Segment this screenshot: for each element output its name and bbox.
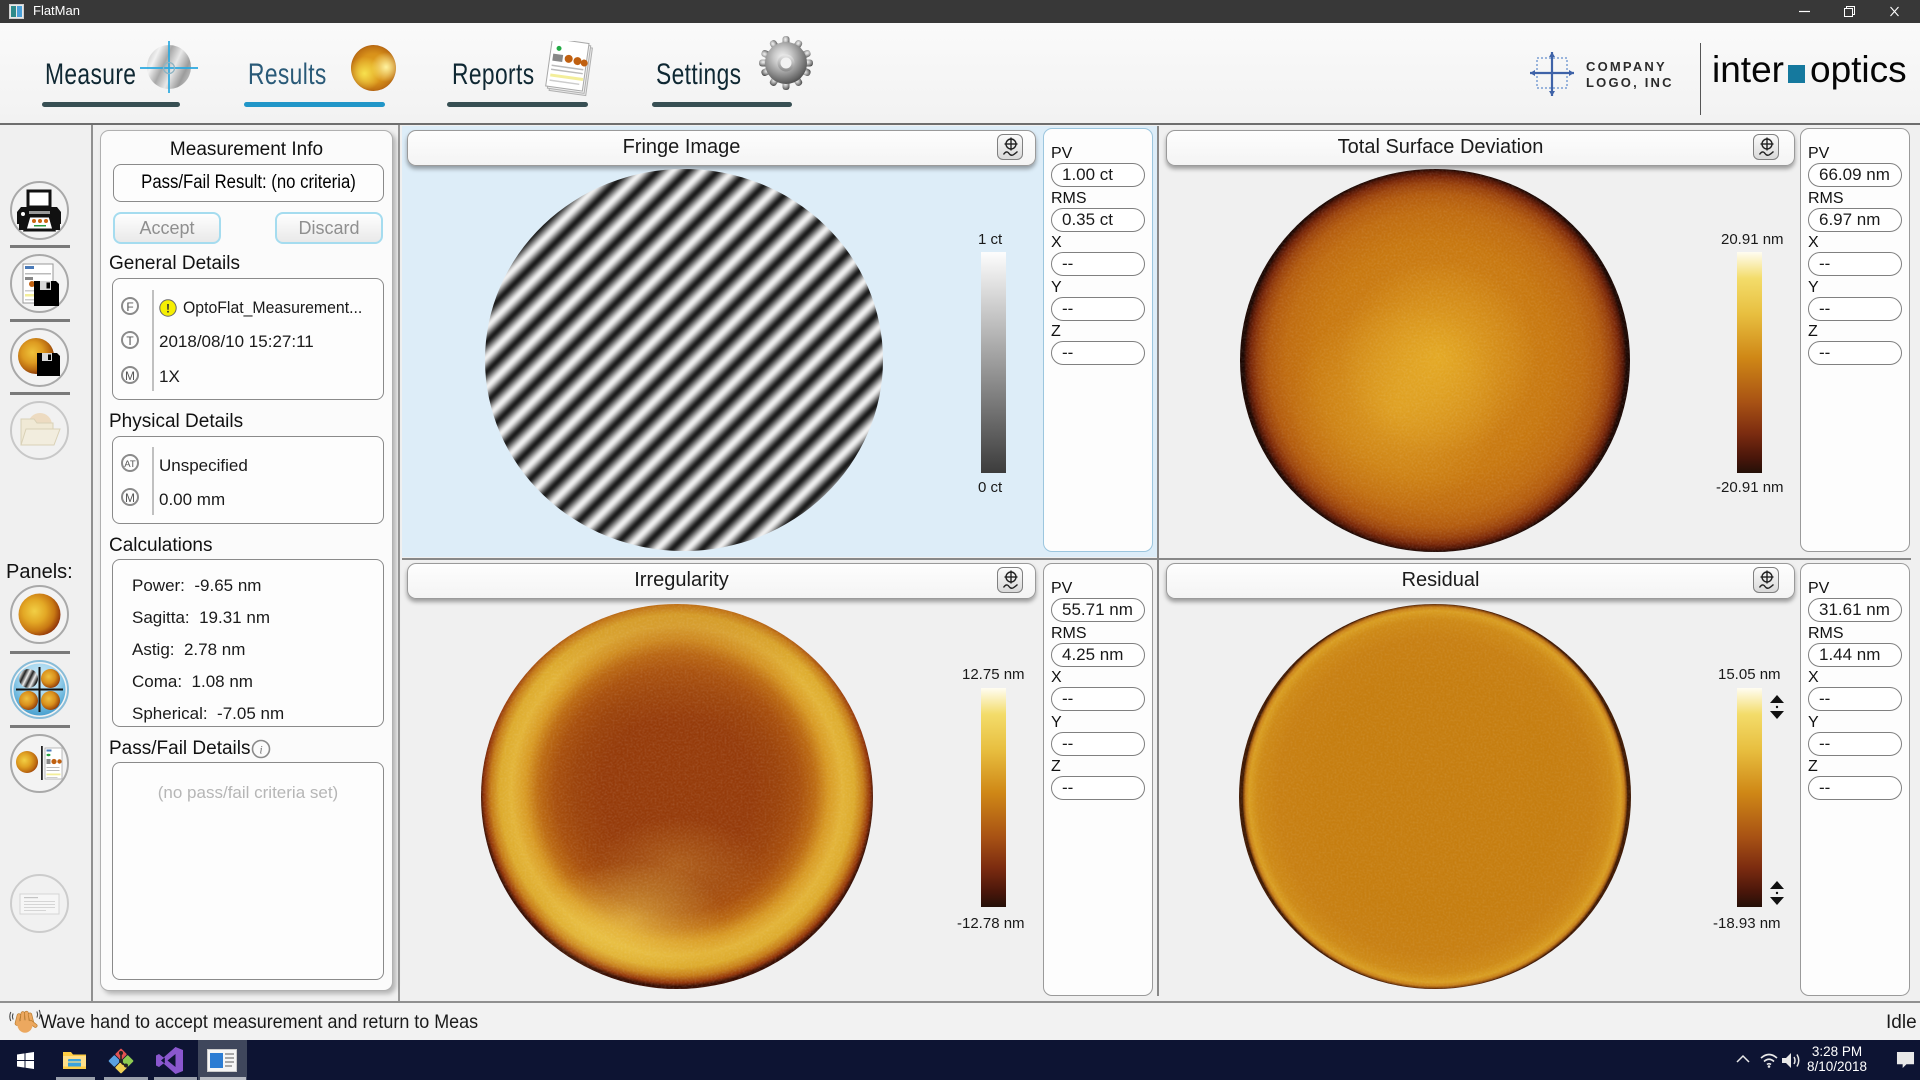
svg-text:i: i [259, 743, 262, 757]
svg-text:!: ! [166, 302, 170, 316]
